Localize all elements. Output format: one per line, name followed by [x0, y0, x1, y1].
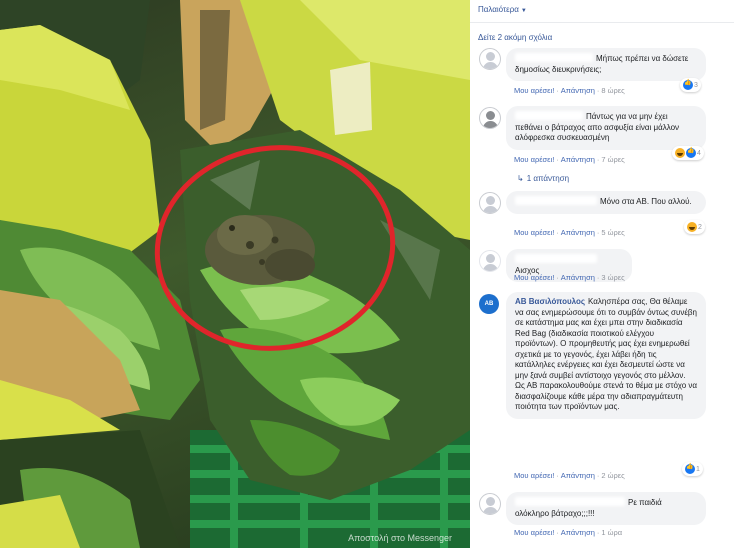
comment-text: Μόνο στα ΑΒ. Που αλλού.	[600, 197, 692, 206]
comment-bubble: ΑΒ Βασιλόπουλος Καλησπέρα σας, Θα θέλαμε …	[506, 292, 706, 419]
haha-reaction-icon	[687, 222, 697, 232]
redacted-author-name[interactable]	[515, 53, 593, 62]
comment-time[interactable]: 8 ώρες	[601, 86, 624, 95]
redacted-author-name[interactable]	[515, 497, 625, 506]
reply-link[interactable]: Απάντηση	[561, 228, 595, 237]
post-photo[interactable]: Αποστολή στο Messenger	[0, 0, 470, 548]
dropdown-caret-icon: ▼	[520, 8, 527, 14]
messenger-caption: Αποστολή στο Messenger	[348, 533, 452, 543]
comment-author[interactable]: ΑΒ Βασιλόπουλος	[515, 297, 585, 306]
avatar[interactable]	[479, 493, 501, 515]
like-link[interactable]: Μου αρέσει!	[514, 273, 554, 282]
comment-time[interactable]: 1 ώρα	[601, 528, 622, 537]
like-reaction-icon	[686, 147, 696, 158]
reply-arrow-icon: ↳	[517, 174, 524, 183]
comment-actions: Μου αρέσει! · Απάντηση · 5 ώρες	[514, 228, 625, 237]
reaction-count: 1	[696, 465, 700, 473]
comment-actions: Μου αρέσει! · Απάντηση · 7 ώρες	[514, 155, 625, 164]
avatar[interactable]	[479, 250, 501, 272]
frog-figure	[205, 215, 315, 285]
reaction-summary[interactable]: 1	[682, 462, 703, 476]
redacted-author-name[interactable]	[515, 111, 583, 120]
comment-bubble: Μήπως πρέπει να δώσετε δημοσίως διευκριν…	[506, 48, 706, 81]
reply-link[interactable]: Απάντηση	[561, 155, 595, 164]
comment-time[interactable]: 2 ώρες	[601, 471, 624, 480]
comment-bubble: Μόνο στα ΑΒ. Που αλλού.	[506, 191, 706, 214]
comment-actions: Μου αρέσει! · Απάντηση · 1 ώρα	[514, 528, 623, 537]
reaction-count: 2	[698, 223, 702, 231]
comments-panel: Παλαιότερα ▼ Δείτε 2 ακόμη σχόλια Μήπως π…	[470, 0, 734, 548]
reaction-count: 4	[697, 149, 701, 157]
like-link[interactable]: Μου αρέσει!	[514, 228, 554, 237]
comment-actions: Μου αρέσει! · Απάντηση · 3 ώρες	[514, 273, 625, 282]
reaction-summary[interactable]: 4	[672, 146, 704, 160]
comment-actions: Μου αρέσει! · Απάντηση · 8 ώρες	[514, 86, 625, 95]
reply-link[interactable]: Απάντηση	[561, 273, 595, 282]
reply-link[interactable]: Απάντηση	[561, 86, 595, 95]
like-link[interactable]: Μου αρέσει!	[514, 155, 554, 164]
comment-bubble: Πάντως για να μην έχει πεθάνει ο βάτραχο…	[506, 106, 706, 150]
comment-time[interactable]: 5 ώρες	[601, 228, 624, 237]
comment-actions: Μου αρέσει! · Απάντηση · 2 ώρες	[514, 471, 625, 480]
see-more-comments-link[interactable]: Δείτε 2 ακόμη σχόλια	[478, 33, 552, 42]
like-link[interactable]: Μου αρέσει!	[514, 86, 554, 95]
reaction-count: 3	[694, 81, 698, 89]
sort-label: Παλαιότερα	[478, 5, 519, 14]
avatar[interactable]	[479, 48, 501, 70]
comment-bubble: Ρε παιδιά ολόκληρο βάτραχο;;;!!!	[506, 492, 706, 525]
view-replies-link[interactable]: ↳ 1 απάντηση	[517, 174, 569, 183]
page-avatar[interactable]: ΑΒ	[479, 294, 499, 314]
replies-count-label: 1 απάντηση	[526, 174, 570, 183]
reaction-summary[interactable]: 3	[680, 78, 701, 92]
avatar[interactable]	[479, 192, 501, 214]
like-reaction-icon	[685, 463, 695, 474]
like-reaction-icon	[683, 79, 693, 90]
redacted-author-name[interactable]	[515, 196, 597, 205]
reaction-summary[interactable]: 2	[684, 220, 705, 234]
like-link[interactable]: Μου αρέσει!	[514, 471, 554, 480]
haha-reaction-icon	[675, 148, 685, 158]
avatar[interactable]	[479, 107, 501, 129]
comment-time[interactable]: 3 ώρες	[601, 273, 624, 282]
lettuce-bag-illustration	[0, 0, 470, 548]
comment-sort-dropdown[interactable]: Παλαιότερα ▼	[478, 5, 527, 14]
divider	[470, 22, 734, 23]
reply-link[interactable]: Απάντηση	[561, 528, 595, 537]
redacted-author-name[interactable]	[515, 254, 597, 263]
like-link[interactable]: Μου αρέσει!	[514, 528, 554, 537]
comment-text: Καλησπέρα σας, Θα θέλαμε να σας ενημερώσ…	[515, 297, 698, 411]
reply-link[interactable]: Απάντηση	[561, 471, 595, 480]
comment-time[interactable]: 7 ώρες	[601, 155, 624, 164]
